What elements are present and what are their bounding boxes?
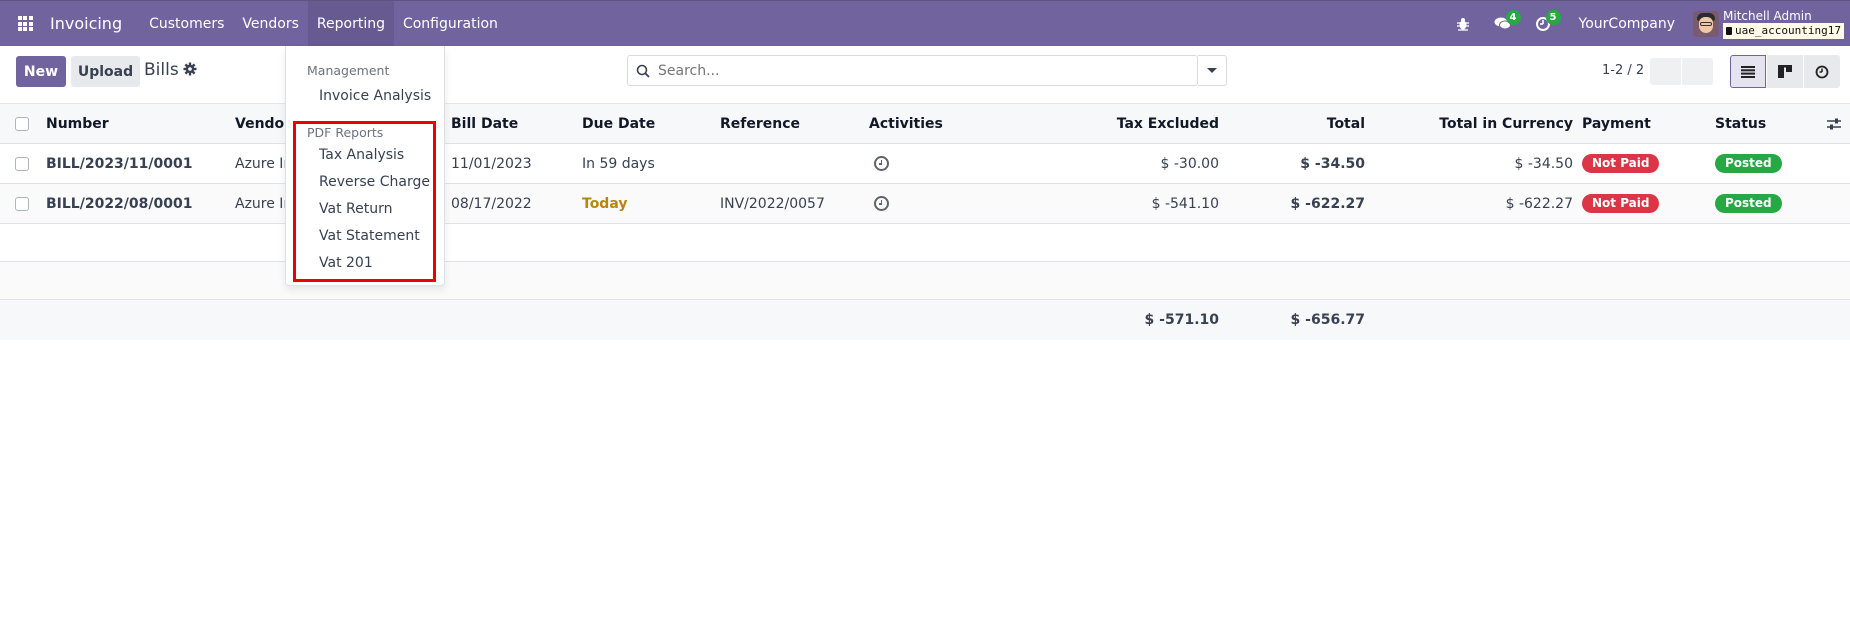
highlight-annotation-box	[293, 121, 436, 282]
activities-count-badge: 5	[1545, 10, 1561, 25]
table-row[interactable]: BILL/2023/11/0001 Azure Ir 11/01/2023 In…	[0, 144, 1850, 184]
empty-row	[0, 262, 1850, 300]
apps-menu-icon[interactable]	[0, 1, 50, 47]
payment-status-badge: Not Paid	[1582, 154, 1660, 173]
sliders-icon	[1827, 118, 1841, 129]
activity-view-button[interactable]	[1804, 55, 1840, 88]
column-activities[interactable]: Activities	[869, 104, 943, 143]
bill-number: BILL/2023/11/0001	[46, 155, 193, 172]
activities-button[interactable]: 5	[1529, 1, 1561, 47]
column-total[interactable]: Total	[1250, 104, 1365, 143]
messages-button[interactable]: 4	[1489, 1, 1521, 47]
table-header: Number Vendor Bill Date Due Date Referen…	[0, 104, 1850, 144]
control-panel: New Upload Bills 1-2 / 2	[0, 46, 1850, 104]
activity-clock-icon[interactable]	[874, 196, 889, 211]
pager-value[interactable]: 1-2 / 2	[1602, 63, 1644, 78]
clock-icon	[1815, 65, 1829, 78]
row-checkbox[interactable]	[15, 196, 29, 211]
menu-vendors[interactable]: Vendors	[233, 1, 307, 47]
vendor-name: Azure Ir	[235, 195, 290, 212]
table-row[interactable]: BILL/2022/08/0001 Azure Ir 08/17/2022 To…	[0, 184, 1850, 224]
sum-total: $ -656.77	[1290, 312, 1365, 328]
new-button[interactable]: New	[16, 56, 66, 87]
sum-tax-excluded: $ -571.10	[1144, 312, 1219, 328]
company-switcher[interactable]: YourCompany	[1579, 16, 1676, 32]
select-all-checkbox[interactable]	[15, 116, 29, 131]
total-in-currency: $ -34.50	[1514, 155, 1574, 172]
messages-count-badge: 4	[1505, 10, 1521, 25]
total-in-currency: $ -622.27	[1505, 195, 1573, 212]
top-navbar: Invoicing Customers Vendors Reporting Co…	[0, 0, 1850, 47]
due-date: In 59 days	[582, 155, 655, 172]
bill-number: BILL/2022/08/0001	[46, 195, 193, 212]
menu-customers[interactable]: Customers	[140, 1, 233, 47]
table-footer-totals: $ -571.10 $ -656.77	[0, 300, 1850, 340]
page-title: Bills	[144, 60, 179, 80]
menu-configuration[interactable]: Configuration	[394, 1, 507, 47]
optional-columns-toggle[interactable]	[1827, 104, 1841, 143]
pager-next-button[interactable]	[1682, 58, 1713, 85]
search-input[interactable]	[658, 62, 1197, 79]
activity-clock-icon[interactable]	[874, 156, 889, 171]
status-badge: Posted	[1715, 154, 1782, 173]
user-menu[interactable]: Mitchell Admin uae_accounting17	[1723, 8, 1844, 39]
user-name: Mitchell Admin	[1723, 8, 1812, 23]
payment-status-badge: Not Paid	[1582, 194, 1660, 213]
list-view-button[interactable]	[1730, 55, 1766, 88]
total: $ -622.27	[1290, 195, 1365, 212]
app-name[interactable]: Invoicing	[50, 14, 132, 33]
column-number[interactable]: Number	[46, 104, 109, 143]
search-options-toggle[interactable]	[1198, 55, 1227, 86]
reference: INV/2022/0057	[720, 195, 825, 212]
pager-previous-button[interactable]	[1650, 58, 1681, 85]
list-icon	[1741, 65, 1755, 78]
menu-reporting[interactable]: Reporting	[307, 0, 394, 47]
database-icon	[1726, 26, 1733, 35]
upload-button[interactable]: Upload	[71, 56, 140, 87]
column-reference[interactable]: Reference	[720, 104, 800, 143]
database-name: uae_accounting17	[1723, 22, 1844, 39]
empty-row	[0, 224, 1850, 262]
column-vendor[interactable]: Vendor	[235, 104, 291, 143]
search-icon	[628, 56, 658, 85]
menu-item-invoice-analysis[interactable]: Invoice Analysis	[319, 88, 431, 104]
bill-date: 11/01/2023	[451, 155, 532, 172]
caret-down-icon	[1207, 68, 1217, 73]
column-status[interactable]: Status	[1715, 104, 1766, 143]
column-bill-date[interactable]: Bill Date	[451, 104, 518, 143]
status-badge: Posted	[1715, 194, 1782, 213]
gear-icon[interactable]	[183, 62, 197, 76]
column-payment[interactable]: Payment	[1582, 104, 1651, 143]
debug-icon[interactable]	[1449, 1, 1477, 47]
tax-excluded: $ -541.10	[1151, 195, 1219, 212]
kanban-view-button[interactable]	[1767, 55, 1803, 88]
row-checkbox[interactable]	[15, 156, 29, 171]
menu-section-management: Management	[307, 63, 390, 78]
bill-date: 08/17/2022	[451, 195, 532, 212]
column-total-in-currency[interactable]: Total in Currency	[1400, 104, 1573, 143]
column-tax-excluded[interactable]: Tax Excluded	[1100, 104, 1219, 143]
column-due-date[interactable]: Due Date	[582, 104, 655, 143]
total: $ -34.50	[1300, 155, 1365, 172]
user-avatar[interactable]	[1693, 11, 1720, 37]
due-date: Today	[582, 195, 628, 212]
vendor-name: Azure Ir	[235, 155, 290, 172]
tax-excluded: $ -30.00	[1160, 155, 1220, 172]
kanban-icon	[1778, 65, 1792, 78]
search-bar	[627, 55, 1198, 86]
